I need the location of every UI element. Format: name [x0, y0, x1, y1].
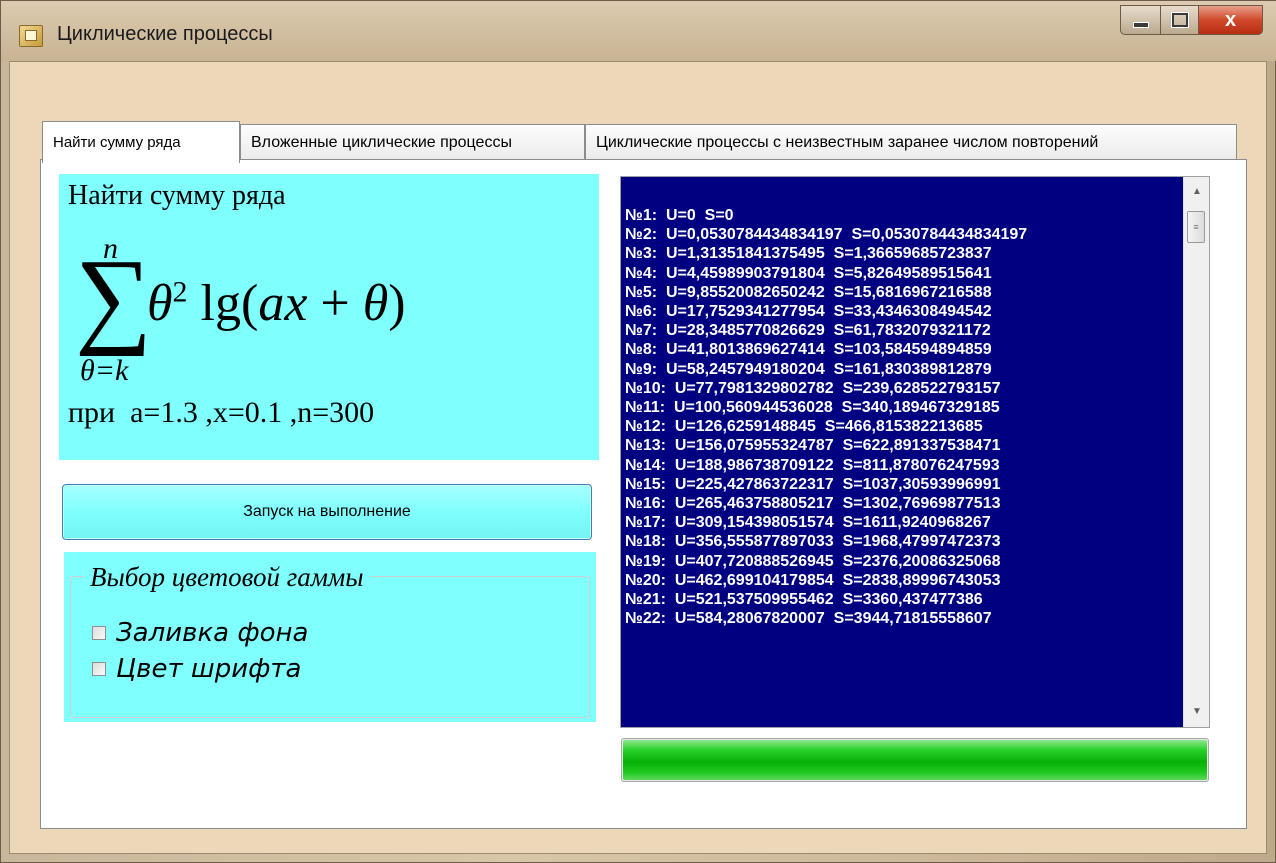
font-color-option[interactable]: Цвет шрифта: [92, 654, 301, 684]
title-bar[interactable]: Циклические процессы x: [1, 1, 1276, 61]
result-line[interactable]: №17: U=309,154398051574 S=1611,924096826…: [625, 513, 1027, 532]
chevron-down-icon: ▼: [1192, 705, 1202, 717]
tab-find-series-sum[interactable]: Найти сумму ряда: [42, 121, 240, 163]
progress-bar: [621, 738, 1209, 782]
tab-label: Циклические процессы с неизвестным заран…: [596, 133, 1099, 151]
scroll-up-button[interactable]: ▲: [1184, 179, 1210, 203]
scroll-down-button[interactable]: ▼: [1184, 699, 1210, 723]
run-button[interactable]: Запуск на выполнение: [62, 484, 592, 540]
result-line[interactable]: №10: U=77,7981329802782 S=239,6285227931…: [625, 379, 1027, 398]
scroll-thumb[interactable]: ≡: [1187, 211, 1205, 243]
tab-unknown-repetitions[interactable]: Циклические процессы с неизвестным заран…: [585, 124, 1237, 160]
result-line[interactable]: №18: U=356,555877897033 S=1968,479974723…: [625, 532, 1027, 551]
formula-parameters: при a=1.3 ,x=0.1 ,n=300: [68, 396, 375, 429]
result-line[interactable]: №15: U=225,427863722317 S=1037,305939969…: [625, 475, 1027, 494]
result-line[interactable]: №6: U=17,7529341277954 S=33,434630849454…: [625, 302, 1027, 321]
font-color-checkbox[interactable]: [92, 662, 106, 676]
grip-icon: ≡: [1193, 222, 1199, 232]
chevron-up-icon: ▲: [1192, 185, 1202, 197]
result-line[interactable]: №19: U=407,720888526945 S=2376,200863250…: [625, 552, 1027, 571]
result-line[interactable]: №9: U=58,2457949180204 S=161,83038981287…: [625, 360, 1027, 379]
results-list: №1: U=0 S=0 №2: U=0,0530784434834197 S=0,…: [625, 206, 1027, 628]
result-line[interactable]: №12: U=126,6259148845 S=466,815382213685: [625, 417, 1027, 436]
app-window-icon[interactable]: [19, 25, 43, 47]
result-line[interactable]: №8: U=41,8013869627414 S=103,58459489485…: [625, 340, 1027, 359]
close-button[interactable]: x: [1198, 5, 1263, 35]
group-legend: Выбор цветовой гаммы: [84, 562, 370, 593]
sum-lower-limit: θ=k: [80, 354, 129, 387]
tab-nested-cycles[interactable]: Вложенные циклические процессы: [240, 124, 585, 160]
vertical-scrollbar[interactable]: ▲ ≡ ▼: [1183, 177, 1209, 727]
results-listbox[interactable]: №1: U=0 S=0 №2: U=0,0530784434834197 S=0,…: [620, 176, 1210, 728]
results-list-area[interactable]: №1: U=0 S=0 №2: U=0,0530784434834197 S=0,…: [621, 177, 1183, 727]
result-line[interactable]: №21: U=521,537509955462 S=3360,437477386: [625, 590, 1027, 609]
background-fill-label[interactable]: Заливка фона: [116, 618, 308, 648]
result-line[interactable]: №22: U=584,28067820007 S=3944,7181555860…: [625, 609, 1027, 628]
font-color-label[interactable]: Цвет шрифта: [116, 654, 301, 684]
maximize-icon: [1171, 13, 1188, 27]
formula-title: Найти сумму ряда: [68, 180, 286, 211]
sum-sigma-symbol: ∑: [75, 238, 152, 357]
background-fill-option[interactable]: Заливка фона: [92, 618, 308, 648]
maximize-button[interactable]: [1160, 5, 1199, 35]
sum-expression: θ2 lg(ax + θ): [147, 275, 406, 332]
result-line[interactable]: №20: U=462,699104179854 S=2838,899967430…: [625, 571, 1027, 590]
result-line[interactable]: №1: U=0 S=0: [625, 206, 1027, 225]
window-title: Циклические процессы: [57, 23, 273, 45]
minimize-icon: [1132, 22, 1149, 28]
result-line[interactable]: №4: U=4,45989903791804 S=5,8264958951564…: [625, 264, 1027, 283]
tab-label: Найти сумму ряда: [53, 134, 181, 151]
result-line[interactable]: №13: U=156,075955324787 S=622,8913375384…: [625, 436, 1027, 455]
formula-panel: Найти сумму ряда n ∑ θ2 lg(ax + θ) θ=k п…: [59, 174, 599, 460]
progress-fill: [623, 740, 1207, 780]
result-line[interactable]: №2: U=0,0530784434834197 S=0,05307844348…: [625, 225, 1027, 244]
result-line[interactable]: №7: U=28,3485770826629 S=61,783207932117…: [625, 321, 1027, 340]
result-line[interactable]: №14: U=188,986738709122 S=811,8780762475…: [625, 456, 1027, 475]
minimize-button[interactable]: [1120, 5, 1161, 35]
tab-label: Вложенные циклические процессы: [251, 133, 512, 151]
background-fill-checkbox[interactable]: [92, 626, 106, 640]
color-scheme-group: Выбор цветовой гаммы Заливка фона Цвет ш…: [64, 552, 596, 722]
result-line[interactable]: №3: U=1,31351841375495 S=1,3665968572383…: [625, 244, 1027, 263]
result-line[interactable]: №16: U=265,463758805217 S=1302,769698775…: [625, 494, 1027, 513]
result-line[interactable]: №11: U=100,560944536028 S=340,1894673291…: [625, 398, 1027, 417]
close-icon: x: [1224, 8, 1237, 31]
result-line[interactable]: №5: U=9,85520082650242 S=15,681696721658…: [625, 283, 1027, 302]
